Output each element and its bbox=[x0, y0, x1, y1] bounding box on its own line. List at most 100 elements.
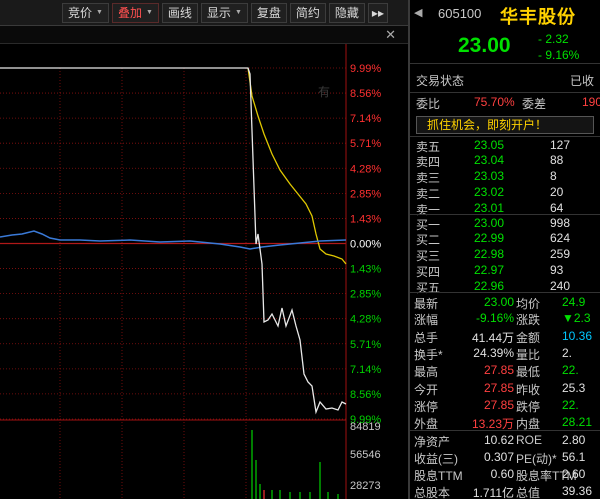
percent-axis: 9.99% 8.56% 7.14% 5.71% 4.28% 2.85% 1.43% 0.00%… bbox=[350, 63, 381, 426]
chart-header: ✕ bbox=[0, 26, 408, 44]
axis-tick-label: 7.14% bbox=[350, 364, 381, 376]
order-price: 22.98 bbox=[474, 247, 505, 261]
stat-value: 25.3 bbox=[562, 380, 586, 395]
toolbar-button-label: 隐藏 bbox=[334, 6, 359, 20]
order-vol: 20 bbox=[550, 185, 564, 199]
caret-down-icon: ▼ bbox=[96, 9, 103, 16]
order-vol: 8 bbox=[550, 169, 557, 183]
stat-value: 27.85 bbox=[483, 363, 514, 378]
weicha-value: 190 bbox=[582, 95, 600, 109]
stat-value: 22. bbox=[562, 363, 579, 378]
last-price: 23.00 bbox=[458, 34, 511, 57]
stat-row: 外盘 13.23万 内盘 28.21 bbox=[410, 413, 600, 431]
bid-row[interactable]: 买四 22.97 93 bbox=[410, 262, 600, 279]
order-ratio-row: 委比 75.70% 委差 190 bbox=[410, 92, 600, 111]
axis-tick-label: 2.85% bbox=[350, 188, 381, 200]
stat-value: 39.36 bbox=[562, 484, 593, 499]
axis-tick-label: 1.43% bbox=[350, 264, 381, 276]
stat-value: 2. bbox=[562, 345, 573, 360]
stat-row: 净资产 10.62 ROE 2.80 bbox=[410, 430, 600, 449]
toolbar-button-label: 复盘 bbox=[256, 6, 281, 20]
order-vol: 240 bbox=[550, 279, 571, 293]
stat-value: 2.80 bbox=[562, 433, 586, 448]
back-arrow-icon[interactable]: ◀ bbox=[414, 6, 422, 19]
order-vol: 259 bbox=[550, 247, 571, 261]
toolbar-button[interactable]: 复盘 bbox=[250, 2, 287, 23]
watermark-text: 有 bbox=[318, 85, 330, 99]
toolbar-button[interactable]: 叠加 ▼ bbox=[111, 2, 159, 23]
stat-value: 28.21 bbox=[562, 415, 593, 430]
axis-tick-label: 5.71% bbox=[350, 339, 381, 351]
double-chevron-right-icon: ▸▸ bbox=[371, 5, 384, 20]
order-vol: 624 bbox=[550, 231, 571, 245]
quote-panel: ◀ 605100 华丰股份 23.00 - 2.32 - 9.16% 交易状态 … bbox=[410, 0, 600, 499]
stat-value: 24.9 bbox=[562, 295, 586, 309]
axis-tick-label: 9.99% bbox=[350, 63, 381, 75]
ask-row[interactable]: 卖五 23.05 127 bbox=[410, 136, 600, 154]
stat-value: 22. bbox=[562, 397, 579, 412]
order-vol: 93 bbox=[550, 263, 564, 277]
stat-row: 涨幅 -9.16% 涨跌 ▼2.3 bbox=[410, 309, 600, 327]
close-icon[interactable]: ✕ bbox=[385, 27, 396, 43]
stat-value: 2.60 bbox=[562, 467, 586, 481]
toolbar-button[interactable]: 显示 ▼ bbox=[200, 2, 248, 23]
toolbar-button[interactable]: 竞价 ▼ bbox=[62, 2, 109, 23]
toolbar-button[interactable]: 简约 bbox=[289, 2, 326, 23]
order-price: 23.01 bbox=[474, 201, 505, 215]
volume-tick-label: 28273 bbox=[350, 480, 381, 492]
bid-row[interactable]: 买一 23.00 998 bbox=[410, 214, 600, 232]
volume-axis: 84819 56546 28273 bbox=[350, 421, 381, 492]
toolbar-buttons: 竞价 ▼ 叠加 ▼ 画线 显示 ▼ 复盘 简约 隐藏 bbox=[62, 2, 368, 23]
stat-row: 最高 27.85 最低 22. bbox=[410, 361, 600, 379]
stat-value: 56.1 bbox=[562, 449, 586, 464]
order-price: 22.97 bbox=[474, 263, 505, 277]
stat-label: 总值 bbox=[516, 486, 541, 499]
order-price: 23.05 bbox=[474, 138, 505, 152]
intraday-chart: 9.99% 8.56% 7.14% 5.71% 4.28% 2.85% 1.43% 0.00%… bbox=[0, 44, 408, 499]
chart-toolbar: 竞价 ▼ 叠加 ▼ 画线 显示 ▼ 复盘 简约 隐藏 ▸▸ bbox=[0, 0, 408, 26]
toolbar-button[interactable]: 画线 bbox=[161, 2, 198, 23]
caret-down-icon: ▼ bbox=[234, 9, 242, 16]
order-price: 23.02 bbox=[474, 185, 505, 199]
stat-value: 27.85 bbox=[483, 397, 514, 412]
bid-row[interactable]: 买三 22.98 259 bbox=[410, 246, 600, 263]
volume-tick-label: 56546 bbox=[350, 449, 381, 461]
stat-value: 10.36 bbox=[562, 328, 593, 343]
stat-value: 24.39% bbox=[473, 345, 514, 360]
trade-status-label: 交易状态 bbox=[416, 74, 465, 88]
stat-value: 23.00 bbox=[483, 295, 514, 309]
stat-label: 总股本 bbox=[414, 486, 451, 499]
stat-value: -9.16% bbox=[475, 311, 514, 326]
order-vol: 88 bbox=[550, 153, 564, 167]
axis-tick-label: 8.56% bbox=[350, 389, 381, 401]
open-account-banner[interactable]: 抓住机会，即刻开户！ bbox=[416, 116, 594, 134]
weibi-value: 75.70% bbox=[474, 95, 515, 109]
stat-row: 今开 27.85 昨收 25.3 bbox=[410, 379, 600, 397]
caret-down-icon: ▼ bbox=[145, 9, 153, 16]
toolbar-button[interactable]: 隐藏 bbox=[328, 2, 365, 23]
bid-row[interactable]: 买二 22.99 624 bbox=[410, 230, 600, 247]
stat-row: 收益(三) 0.307 PE(动)* 56.1 bbox=[410, 448, 600, 466]
trade-status-value: 已收 bbox=[570, 74, 595, 88]
axis-tick-label: 1.43% bbox=[350, 213, 381, 225]
weibi-label: 委比 bbox=[416, 97, 441, 111]
change-percent: - 9.16% bbox=[538, 48, 580, 62]
order-price: 23.00 bbox=[474, 216, 505, 230]
toolbar-button-label: 画线 bbox=[167, 6, 192, 20]
toolbar-button-label: 竞价 bbox=[68, 6, 93, 20]
stat-value: 10.62 bbox=[483, 433, 514, 448]
order-price: 22.99 bbox=[474, 231, 505, 245]
ask-row[interactable]: 卖四 23.04 88 bbox=[410, 152, 600, 169]
stat-value: 27.85 bbox=[483, 380, 514, 395]
ask-row[interactable]: 卖三 23.03 8 bbox=[410, 168, 600, 185]
trade-status-row: 交易状态 已收 bbox=[410, 70, 600, 88]
toolbar-more-button[interactable]: ▸▸ bbox=[367, 2, 388, 23]
toolbar-button-label: 简约 bbox=[295, 6, 320, 20]
stat-row: 总手 41.44万 金额 10.36 bbox=[410, 327, 600, 345]
ask-row[interactable]: 卖二 23.02 20 bbox=[410, 184, 600, 201]
stat-row: 涨停 27.85 跌停 22. bbox=[410, 396, 600, 414]
stock-code: 605100 bbox=[438, 6, 482, 21]
stat-row: 总股本 1.711亿 总值 39.36 bbox=[410, 482, 600, 499]
order-vol: 64 bbox=[550, 201, 564, 215]
price-change: - 2.32 - 9.16% bbox=[538, 31, 579, 63]
